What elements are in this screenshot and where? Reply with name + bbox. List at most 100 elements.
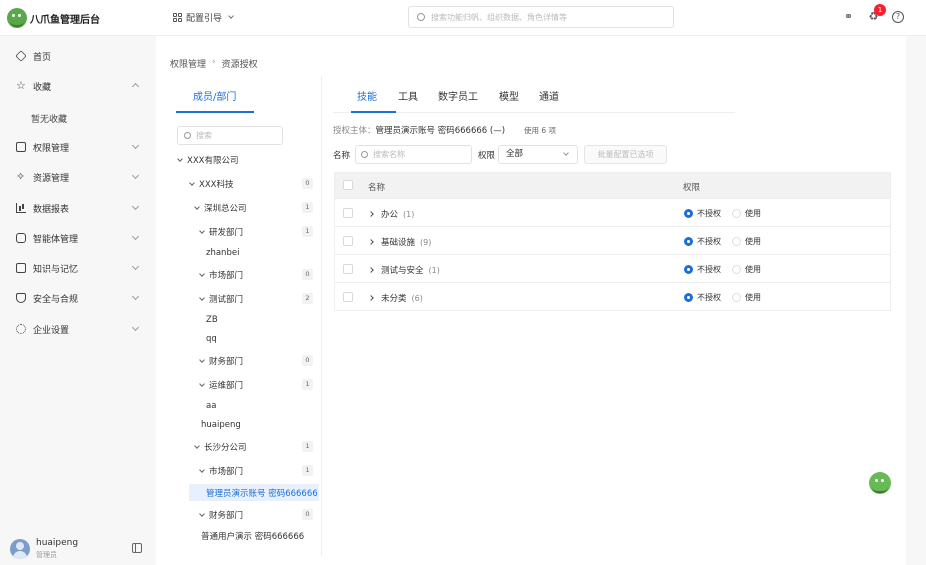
- radio-use[interactable]: [732, 237, 741, 246]
- tree-leaf[interactable]: 普通用户演示 密码666666: [201, 530, 304, 542]
- sidebar-item-label: 权限管理: [33, 143, 70, 154]
- global-search-input[interactable]: 搜索功能归帆、组织数据、角色详情等: [408, 6, 674, 28]
- tab-members-departments[interactable]: 成员/部门: [193, 88, 236, 103]
- top-header: 八爪鱼管理后台 配置引导 搜索功能归帆、组织数据、角色详情等 ⚭ ♻ 1 ?: [0, 0, 926, 36]
- row-name[interactable]: 测试与安全 (1): [368, 264, 440, 276]
- row-checkbox[interactable]: [343, 292, 353, 302]
- chevron-down-icon: [131, 171, 140, 180]
- tree-node-count: 1: [302, 465, 313, 476]
- tree-node[interactable]: 市场部门: [199, 465, 244, 477]
- radio-unauthorized[interactable]: [684, 237, 693, 246]
- sidebar-item-reports[interactable]: 数据报表: [0, 197, 156, 219]
- tree-leaf[interactable]: huaipeng: [201, 420, 241, 430]
- name-search-input[interactable]: 搜索名称: [355, 145, 472, 164]
- radio-unauthorized[interactable]: [684, 265, 693, 274]
- tree-node-count: 0: [302, 178, 313, 189]
- tree-node[interactable]: 研发部门: [199, 226, 243, 238]
- tab-channels[interactable]: 通道: [539, 88, 559, 103]
- tree-node[interactable]: 深圳总公司: [194, 202, 247, 214]
- chevron-right-icon: [368, 211, 374, 217]
- tree-leaf[interactable]: ZB: [206, 315, 218, 325]
- tree-node-label: 市场部门: [209, 467, 244, 477]
- select-all-checkbox[interactable]: [343, 180, 353, 190]
- tab-digital-employees[interactable]: 数字员工: [438, 88, 478, 103]
- tree-node-label: 财务部门: [209, 357, 244, 367]
- sidebar-item-agents[interactable]: 智能体管理: [0, 227, 156, 249]
- tab-models[interactable]: 模型: [499, 88, 519, 103]
- tree-node[interactable]: XXX科技: [189, 178, 234, 190]
- radio-use[interactable]: [732, 293, 741, 302]
- chevron-right-icon: [368, 239, 374, 245]
- sidebar-collapse-icon[interactable]: [132, 543, 142, 553]
- global-search-placeholder: 搜索功能归帆、组织数据、角色详情等: [431, 12, 567, 22]
- chevron-down-icon: [199, 294, 205, 301]
- sidebar-item-resources[interactable]: ✧ 资源管理: [0, 166, 156, 188]
- sidebar-item-home[interactable]: 首页: [0, 45, 156, 67]
- tree-leaf-selected[interactable]: 管理员演示账号 密码666666: [206, 487, 318, 499]
- radio-use[interactable]: [732, 209, 741, 218]
- row-name[interactable]: 办公 (1): [368, 208, 414, 220]
- auth-subject-suffix: (—): [489, 126, 506, 136]
- chevron-up-icon: [131, 82, 140, 91]
- chevron-down-icon: [199, 510, 205, 517]
- help-icon[interactable]: ?: [892, 10, 904, 23]
- tree-search-input[interactable]: 搜索: [177, 126, 283, 145]
- radio-use[interactable]: [732, 265, 741, 274]
- tree-leaf[interactable]: aa: [206, 401, 216, 411]
- table-row[interactable]: 测试与安全 (1) 不授权 使用: [335, 254, 890, 282]
- tab-skills[interactable]: 技能: [357, 88, 377, 103]
- perm-filter-select[interactable]: 全部: [498, 145, 578, 164]
- row-name[interactable]: 未分类 (6): [368, 292, 423, 304]
- user-name: huaipeng: [36, 538, 79, 548]
- search-icon: [361, 151, 368, 158]
- robot-icon: [16, 233, 26, 243]
- table-row[interactable]: 基础设施 (9) 不授权 使用: [335, 226, 890, 254]
- tree-node-label: zhanbei: [206, 248, 240, 258]
- assistant-bot-icon[interactable]: [869, 472, 891, 494]
- row-checkbox[interactable]: [343, 236, 353, 246]
- row-checkbox[interactable]: [343, 264, 353, 274]
- sidebar-item-enterprise[interactable]: 企业设置: [0, 318, 156, 340]
- sidebar-item-favorites[interactable]: ☆ 收藏: [0, 75, 156, 97]
- gear-icon: [16, 324, 26, 334]
- tree-leaf[interactable]: zhanbei: [206, 248, 239, 258]
- tree-node[interactable]: XXX有限公司: [177, 154, 238, 166]
- tree-node[interactable]: 测试部门: [199, 293, 244, 305]
- tree-node-count: 1: [302, 379, 313, 390]
- tree-node-label: qq: [206, 334, 217, 344]
- table-row[interactable]: 办公 (1) 不授权 使用: [335, 198, 890, 226]
- bell-icon[interactable]: ♻ 1: [867, 4, 886, 23]
- chevron-down-icon: [199, 270, 205, 277]
- radio-unauthorized[interactable]: [684, 293, 693, 302]
- tree-node[interactable]: 财务部门: [199, 355, 244, 367]
- batch-config-button[interactable]: 批量配置已选项: [584, 145, 667, 164]
- breadcrumb-item[interactable]: 权限管理: [170, 57, 206, 70]
- sidebar-item-label: 知识与记忆: [33, 264, 79, 275]
- chevron-down-icon: [131, 141, 140, 150]
- favorites-empty-text: 暂无收藏: [31, 115, 68, 125]
- tree-node-label: 测试部门: [209, 295, 244, 305]
- tab-tools[interactable]: 工具: [398, 88, 418, 103]
- tree-node-count: 1: [302, 226, 313, 237]
- sidebar-item-security[interactable]: 安全与合规: [0, 287, 156, 309]
- row-checkbox[interactable]: [343, 208, 353, 218]
- sidebar-item-permissions[interactable]: 权限管理: [0, 136, 156, 158]
- sidebar-item-label: 安全与合规: [33, 294, 79, 305]
- tree-node[interactable]: 长沙分公司: [194, 441, 247, 453]
- user-profile[interactable]: huaipeng 管理员: [0, 535, 156, 565]
- sidebar-item-knowledge[interactable]: 知识与记忆: [0, 257, 156, 279]
- table-row[interactable]: 未分类 (6) 不授权 使用: [335, 282, 890, 310]
- tree-node[interactable]: 运维部门: [199, 379, 243, 391]
- chevron-down-icon: [131, 202, 140, 211]
- auth-subject-value: 管理员演示账号 密码666666: [375, 126, 488, 136]
- tree-node[interactable]: 财务部门: [199, 509, 243, 521]
- auth-subject-label: 授权主体：: [333, 126, 376, 136]
- headset-icon[interactable]: ⚭: [842, 10, 855, 23]
- row-name[interactable]: 基础设施 (9): [368, 236, 431, 248]
- config-guide-button[interactable]: 配置引导: [173, 11, 234, 24]
- tree-node[interactable]: 市场部门: [199, 269, 243, 281]
- radio-unauthorized[interactable]: [684, 209, 693, 218]
- tree-leaf[interactable]: qq: [206, 334, 217, 344]
- tree-node-label: XXX科技: [199, 180, 234, 190]
- star-icon: ☆: [16, 79, 26, 92]
